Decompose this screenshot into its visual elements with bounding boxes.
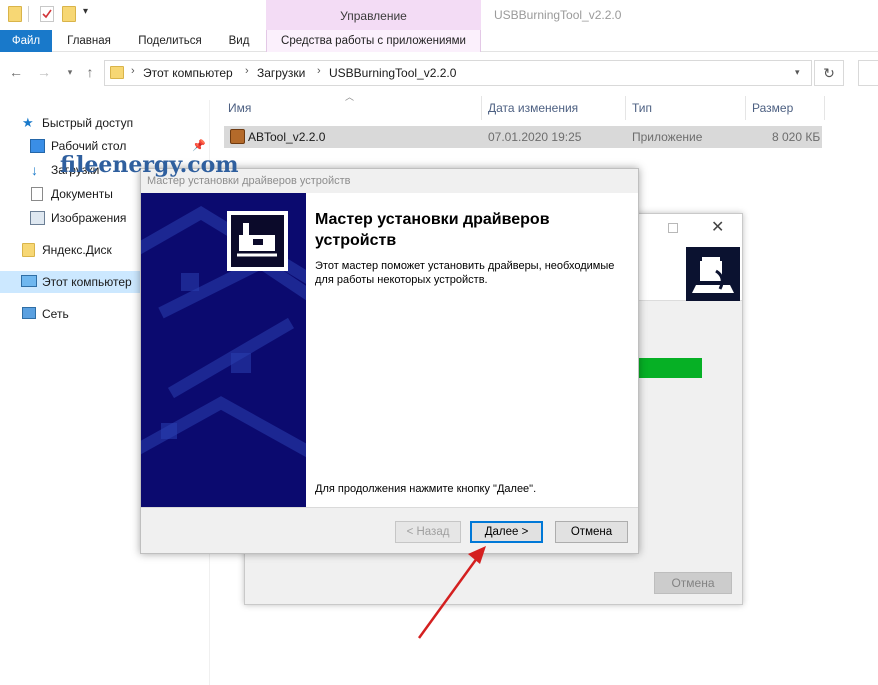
address-bar[interactable]: › Этот компьютер › Загрузки › USBBurning… [104,60,812,86]
divider[interactable] [481,96,482,120]
tab-file[interactable]: Файл [0,30,52,52]
column-header-name[interactable]: Имя [228,96,251,120]
context-tab-header: Управление [266,0,481,30]
breadcrumb-downloads[interactable]: Загрузки [257,66,305,80]
installer-logo [686,247,740,301]
chevron-right-icon: › [245,65,249,77]
folder-icon [8,6,22,22]
back-arrow-icon[interactable]: ← [8,64,24,80]
documents-icon [31,187,43,201]
recent-locations-icon[interactable]: ▾ [62,64,78,80]
wizard-body: Мастер установки драйверов устройств Это… [141,193,638,507]
sidebar-item-label: Этот компьютер [42,275,132,289]
sidebar-item-label: Яндекс.Диск [42,243,112,257]
sidebar-item-label: Быстрый доступ [42,116,134,130]
file-type: Приложение [632,130,703,144]
breadcrumb-this-pc[interactable]: Этот компьютер [143,66,233,80]
up-arrow-icon[interactable]: ↑ [82,64,98,80]
column-header-size[interactable]: Размер [752,96,793,120]
file-modified: 07.01.2020 19:25 [488,130,582,144]
refresh-button[interactable]: ↻ [814,60,844,86]
network-icon [22,307,36,319]
cancel-button[interactable]: Отмена [555,521,628,543]
file-name: ABTool_v2.2.0 [248,130,326,144]
application-icon [230,129,245,144]
tab-home[interactable]: Главная [58,30,120,52]
tab-app-tools[interactable]: Средства работы с приложениями [266,30,481,52]
refresh-icon: ↻ [823,65,835,81]
cancel-button[interactable]: Отмена [654,572,732,594]
folder-icon [110,66,124,79]
watermark: fileenergy.com [60,152,239,178]
breadcrumb-folder[interactable]: USBBurningTool_v2.2.0 [329,66,456,80]
chevron-right-icon: › [131,65,135,77]
wizard-footer-hint: Для продолжения нажмите кнопку "Далее". [315,483,537,495]
progress-bar [637,358,702,378]
sidebar-item-label: Документы [51,187,113,201]
search-input[interactable] [858,60,878,86]
annotation-arrow-icon [417,546,486,639]
download-icon: ↓ [31,162,38,178]
sidebar-item-label: Изображения [51,211,127,225]
chevron-right-icon: › [317,65,321,77]
column-header-type[interactable]: Тип [632,96,652,120]
wizard-banner [141,193,306,507]
wizard-description: Этот мастер поможет установить драйверы,… [315,260,615,286]
driver-wizard-dialog: Мастер установки драйверов устройств Мас… [140,168,639,554]
column-header-modified[interactable]: Дата изменения [488,96,578,120]
divider [141,507,638,508]
divider[interactable] [824,96,825,120]
divider[interactable] [745,96,746,120]
tab-view[interactable]: Вид [222,30,256,52]
sidebar-item-label: Сеть [42,307,69,321]
forward-arrow-icon[interactable]: → [36,64,52,80]
divider [28,6,29,22]
sort-ascending-icon: ︿ [345,92,355,102]
properties-icon[interactable] [40,6,54,22]
close-icon[interactable]: ✕ [711,217,724,237]
chevron-down-icon[interactable]: ▾ [795,67,800,78]
desktop-icon [30,139,45,153]
wizard-heading: Мастер установки драйверов устройств [315,211,550,249]
computer-icon [21,275,37,287]
navigation-row: ← → ▾ ↑ › Этот компьютер › Загрузки › US… [0,58,878,88]
new-folder-icon[interactable] [62,6,76,22]
wizard-icon [227,211,288,271]
table-row[interactable]: ABTool_v2.2.0 07.01.2020 19:25 Приложени… [224,126,822,148]
pictures-icon [30,211,45,225]
ribbon-tabs: Файл Главная Поделиться Вид Средства раб… [0,30,878,52]
customize-toolbar-icon[interactable]: ▾ [83,6,88,17]
window-title: USBBurningTool_v2.2.0 [494,8,622,22]
maximize-icon[interactable] [668,223,678,233]
star-icon: ★ [22,115,34,130]
tab-share[interactable]: Поделиться [132,30,208,52]
folder-icon [22,243,35,257]
sidebar-item-quick-access[interactable]: ★ Быстрый доступ [0,112,210,134]
file-size: 8 020 КБ [772,130,821,144]
divider[interactable] [625,96,626,120]
